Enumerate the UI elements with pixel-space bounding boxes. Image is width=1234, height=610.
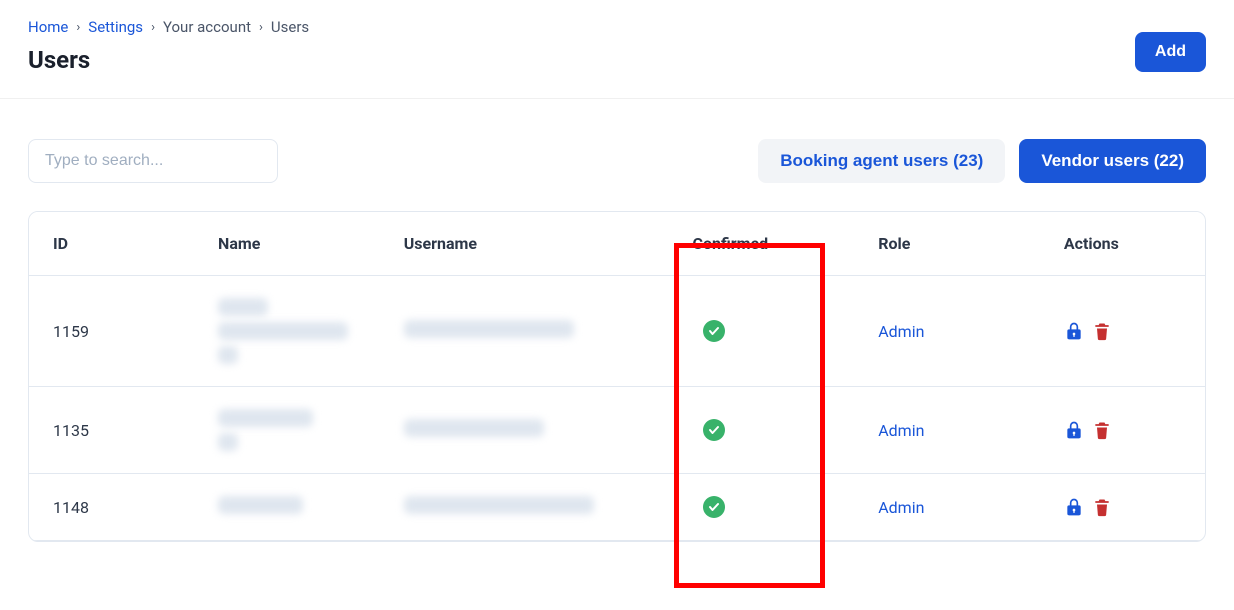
redacted-text xyxy=(218,409,313,427)
cell-role: Admin xyxy=(854,474,1040,541)
lock-icon[interactable] xyxy=(1064,496,1084,518)
chevron-right-icon: › xyxy=(76,20,80,35)
col-header-username: Username xyxy=(380,212,669,276)
page-title: Users xyxy=(28,46,309,74)
redacted-text xyxy=(218,346,238,364)
tab-vendor-users[interactable]: Vendor users (22) xyxy=(1019,139,1206,183)
role-link[interactable]: Admin xyxy=(878,421,924,440)
lock-icon[interactable] xyxy=(1064,320,1084,342)
trash-icon[interactable] xyxy=(1092,320,1112,342)
table-header-row: ID Name Username Confirmed Role Actions xyxy=(29,212,1205,276)
cell-username xyxy=(380,276,669,387)
col-header-id: ID xyxy=(29,212,194,276)
redacted-text xyxy=(404,419,544,437)
add-button[interactable]: Add xyxy=(1135,32,1206,72)
role-link[interactable]: Admin xyxy=(878,498,924,517)
role-link[interactable]: Admin xyxy=(878,322,924,341)
trash-icon[interactable] xyxy=(1092,419,1112,441)
cell-actions xyxy=(1040,474,1205,541)
header-left: Home › Settings › Your account › Users U… xyxy=(28,18,309,74)
breadcrumb-users: Users xyxy=(271,18,309,36)
trash-icon[interactable] xyxy=(1092,496,1112,518)
check-icon xyxy=(703,419,725,441)
redacted-text xyxy=(404,320,574,338)
lock-icon[interactable] xyxy=(1064,419,1084,441)
cell-id: 1148 xyxy=(29,474,194,541)
table-row: 1148 Admin xyxy=(29,474,1205,541)
redacted-text xyxy=(218,322,348,340)
col-header-role: Role xyxy=(854,212,1040,276)
col-header-confirmed: Confirmed xyxy=(669,212,855,276)
table-row: 1135 Admin xyxy=(29,387,1205,474)
redacted-text xyxy=(218,496,303,514)
redacted-text xyxy=(218,298,268,316)
cell-name xyxy=(194,474,380,541)
chevron-right-icon: › xyxy=(151,20,155,35)
tab-booking-agent-users[interactable]: Booking agent users (23) xyxy=(758,139,1005,183)
col-header-name: Name xyxy=(194,212,380,276)
cell-username xyxy=(380,474,669,541)
table-row: 1159 Admin xyxy=(29,276,1205,387)
check-icon xyxy=(703,496,725,518)
breadcrumb-settings[interactable]: Settings xyxy=(88,18,143,36)
col-header-actions: Actions xyxy=(1040,212,1205,276)
cell-id: 1159 xyxy=(29,276,194,387)
users-table: ID Name Username Confirmed Role Actions … xyxy=(28,211,1206,542)
cell-role: Admin xyxy=(854,387,1040,474)
search-input[interactable] xyxy=(28,139,278,183)
breadcrumb-your-account: Your account xyxy=(163,18,251,36)
cell-confirmed xyxy=(669,474,855,541)
cell-confirmed xyxy=(669,387,855,474)
page-header: Home › Settings › Your account › Users U… xyxy=(0,0,1234,99)
cell-confirmed xyxy=(669,276,855,387)
chevron-right-icon: › xyxy=(259,20,263,35)
cell-actions xyxy=(1040,276,1205,387)
redacted-text xyxy=(218,433,238,451)
breadcrumb: Home › Settings › Your account › Users xyxy=(28,18,309,36)
user-type-tabs: Booking agent users (23) Vendor users (2… xyxy=(758,139,1206,183)
cell-role: Admin xyxy=(854,276,1040,387)
cell-actions xyxy=(1040,387,1205,474)
check-icon xyxy=(703,320,725,342)
redacted-text xyxy=(404,496,594,514)
cell-username xyxy=(380,387,669,474)
cell-id: 1135 xyxy=(29,387,194,474)
cell-name xyxy=(194,276,380,387)
filter-bar: Booking agent users (23) Vendor users (2… xyxy=(0,99,1234,211)
cell-name xyxy=(194,387,380,474)
breadcrumb-home[interactable]: Home xyxy=(28,18,68,36)
